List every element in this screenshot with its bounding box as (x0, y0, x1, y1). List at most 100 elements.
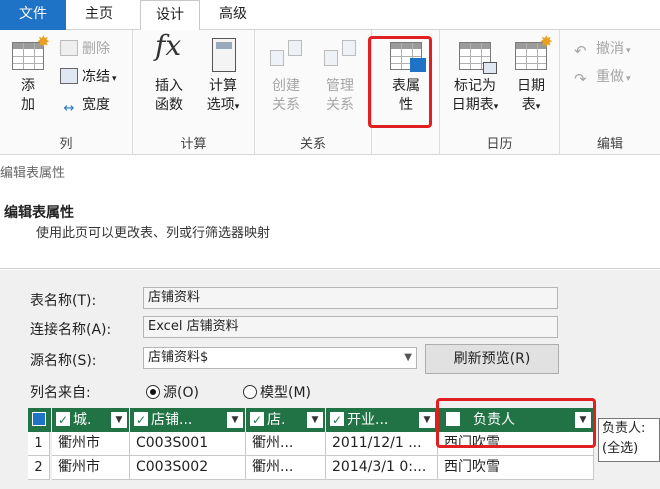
freeze-label: 冻结 (82, 69, 110, 85)
grid-header-col-1[interactable]: 城. ▼ (52, 408, 130, 432)
redo-button[interactable]: ↷ 重做 ▾ (574, 66, 631, 88)
date-table-label-1: 日期 (517, 78, 545, 94)
date-table-label-2: 表▾ (521, 97, 541, 113)
create-relationship-label-1: 创建 (272, 78, 300, 94)
column-checkbox[interactable] (56, 408, 70, 432)
filter-dropdown-icon[interactable]: ▼ (111, 412, 127, 428)
create-relationship-button[interactable]: 创建 关系 (261, 36, 311, 115)
table-name-field[interactable]: 店铺资料 (143, 287, 558, 309)
create-relationship-icon (266, 36, 306, 74)
add-column-button[interactable]: ✸ 添 加 (6, 32, 50, 115)
group-relations: 创建 关系 管理 关系 关系 (255, 30, 372, 155)
chevron-down-icon[interactable]: ▼ (404, 348, 412, 368)
tooltip-line-2: (全选) (602, 441, 639, 456)
add-column-label-2: 加 (21, 97, 35, 113)
manage-relationship-label-1: 管理 (326, 78, 354, 94)
column-checkbox[interactable] (330, 408, 344, 432)
page-description: 使用此页可以更改表、列或行筛选器映射 (36, 226, 271, 241)
grid-header-col-2[interactable]: 店铺... ▼ (130, 408, 246, 432)
group-label-calendar: 日历 (486, 137, 513, 152)
redo-icon: ↷ (574, 70, 587, 88)
calc-options-label-2: 选项▾ (206, 97, 240, 113)
row-number: 2 (28, 456, 50, 480)
window-title: 编辑表属性 (0, 166, 66, 181)
divider (0, 268, 660, 269)
group-calc: fx 插入 函数 计算 选项▾ 计算 (133, 30, 255, 155)
source-name-select[interactable]: 店铺资料$ ▼ (143, 347, 417, 369)
select-all-corner[interactable] (28, 408, 52, 432)
chevron-down-icon: ▾ (626, 74, 631, 84)
source-name-label: 源名称(S): (30, 353, 97, 369)
calendar-icon (455, 36, 497, 74)
column-width-button[interactable]: ↔ 宽度 (60, 94, 110, 116)
grid-header-label: 店铺... (151, 412, 193, 428)
chevron-down-icon: ▾ (626, 46, 631, 56)
radio-model-label: 模型(M) (260, 385, 312, 401)
calc-options-label-1: 计算 (209, 78, 237, 94)
tab-design[interactable]: 设计 (140, 0, 200, 31)
group-label-columns: 列 (59, 137, 73, 152)
column-checkbox[interactable] (250, 408, 264, 432)
connection-name-label: 连接名称(A): (30, 322, 112, 338)
width-label: 宽度 (82, 97, 110, 113)
group-calendar: 标记为 日期表▾ ✸ 日期 表▾ 日历 (440, 30, 560, 155)
filter-dropdown-icon[interactable]: ▼ (419, 412, 435, 428)
radio-model[interactable]: 模型(M) (243, 382, 311, 402)
grid-cell: 衢州市 (52, 432, 130, 456)
grid-cell: C003S002 (130, 456, 246, 480)
page-title: 编辑表属性 (4, 205, 74, 221)
radio-source-label: 源(O) (163, 385, 199, 401)
tab-home[interactable]: 主页 (66, 0, 132, 30)
group-edit: ↶ 撤消 ▾ ↷ 重做 ▾ 编辑 (560, 30, 660, 155)
mark-as-date-table-label-2: 日期表▾ (451, 97, 499, 113)
grid-header-col-4[interactable]: 开业... ▼ (326, 408, 438, 432)
date-table-icon: ✸ (511, 32, 553, 74)
insert-function-label-1: 插入 (155, 78, 183, 94)
calculator-icon (203, 36, 243, 74)
freeze-column-button[interactable]: 冻结 ▾ (60, 66, 117, 88)
grid-cell: C003S001 (130, 432, 246, 456)
undo-button[interactable]: ↶ 撤消 ▾ (574, 38, 631, 60)
chevron-down-icon: ▾ (112, 74, 117, 84)
add-column-icon: ✸ (8, 32, 50, 74)
tab-file[interactable]: 文件 (0, 0, 66, 30)
grid-header-col-3[interactable]: 店. ▼ (246, 408, 326, 432)
width-icon: ↔ (63, 101, 75, 116)
delete-icon (60, 40, 78, 56)
manage-relationship-button[interactable]: 管理 关系 (315, 36, 365, 115)
grid-header-label: 店. (267, 412, 286, 428)
grid-cell: 西门吹雪 (438, 456, 594, 480)
function-icon: fx (155, 29, 182, 62)
tab-advanced[interactable]: 高级 (206, 0, 260, 30)
grid-header-label: 开业... (347, 412, 389, 428)
group-label-edit: 编辑 (596, 137, 623, 152)
group-label-calc: 计算 (180, 137, 207, 152)
filter-dropdown-icon[interactable]: ▼ (227, 412, 243, 428)
delete-column-button[interactable]: 删除 (60, 38, 110, 60)
table-properties-highlight (368, 36, 432, 128)
filter-dropdown-icon[interactable]: ▼ (307, 412, 323, 428)
refresh-preview-button[interactable]: 刷新预览(R) (425, 344, 559, 374)
mark-as-date-table-button[interactable]: 标记为 日期表▾ (446, 36, 504, 117)
column-checkbox[interactable] (134, 408, 148, 432)
radio-source[interactable]: 源(O) (146, 382, 199, 402)
radio-model-indicator[interactable] (243, 385, 257, 399)
owner-column-highlight (436, 398, 596, 448)
panel-header: 编辑表属性 使用此页可以更改表、列或行筛选器映射 (0, 200, 660, 260)
grid-cell: 2011/12/1 ... (326, 432, 438, 456)
filter-tooltip: 负责人: (全选) (598, 418, 660, 462)
group-label-relations: 关系 (299, 137, 326, 152)
column-names-from-label: 列名来自: (30, 385, 91, 401)
grid-cell: 衢州... (246, 432, 326, 456)
source-name-value: 店铺资料$ (148, 350, 209, 365)
tooltip-line-1: 负责人: (602, 421, 646, 436)
insert-function-button[interactable]: fx 插入 函数 (143, 29, 195, 115)
date-table-button[interactable]: ✸ 日期 表▾ (508, 32, 554, 117)
connection-name-field[interactable]: Excel 店铺资料 (143, 316, 558, 338)
insert-function-label-2: 函数 (155, 97, 183, 113)
grid-cell: 衢州市 (52, 456, 130, 480)
mark-as-date-table-label-1: 标记为 (454, 78, 496, 94)
chevron-down-icon: ▾ (493, 102, 499, 112)
radio-source-indicator[interactable] (146, 385, 160, 399)
calc-options-button[interactable]: 计算 选项▾ (197, 36, 249, 117)
